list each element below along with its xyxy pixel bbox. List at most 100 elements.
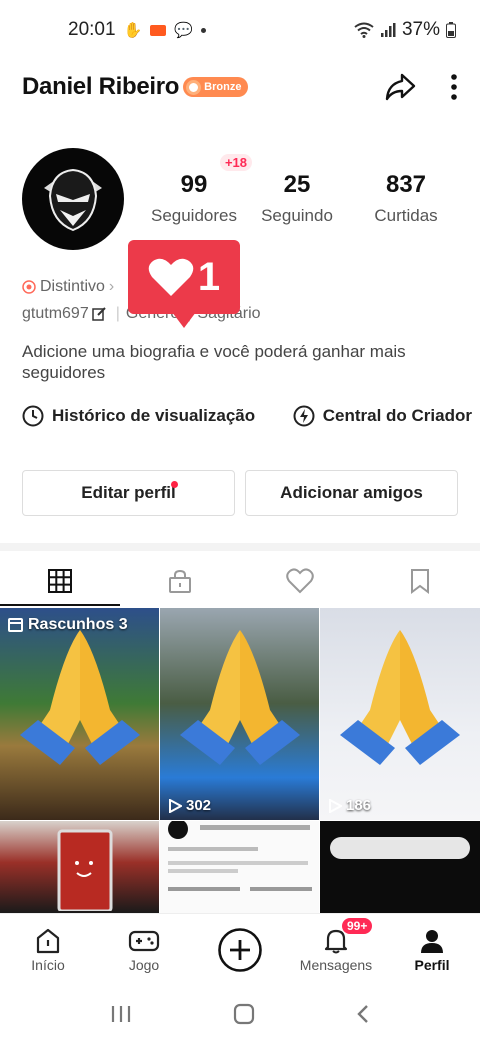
- wifi-icon: [354, 22, 374, 38]
- clock-icon: [22, 405, 44, 427]
- notification-dot-icon: [200, 27, 206, 33]
- likes-label: Curtidas: [374, 206, 438, 225]
- hand-icon: ✋: [123, 22, 143, 39]
- following-count: 25: [283, 171, 311, 198]
- profile-summary: 99 +18 Seguidores 25 Seguindo 837 Curtid…: [22, 148, 458, 252]
- signal-icon: [380, 23, 396, 37]
- chat-icon: 💬: [174, 22, 193, 39]
- distintivo-label: Distintivo: [40, 278, 105, 295]
- edit-profile-button[interactable]: Editar perfil: [22, 470, 235, 516]
- door-figure-icon: [57, 829, 113, 911]
- battery-icon: [446, 22, 456, 38]
- chevron-right-icon: ›: [108, 278, 115, 295]
- video-thumbnail[interactable]: Rascunhos 3: [0, 608, 159, 820]
- tab-private[interactable]: [120, 556, 240, 606]
- video-thumbnail[interactable]: [160, 821, 319, 913]
- view-count-value: 302: [186, 797, 212, 814]
- likes-stat[interactable]: 837 Curtidas: [356, 170, 456, 226]
- create-plus-icon: [218, 927, 262, 972]
- home-button-icon[interactable]: [233, 1003, 255, 1025]
- video-thumbnail[interactable]: [0, 821, 159, 913]
- badge-icon: [186, 79, 202, 95]
- notification-banner-preview: [330, 837, 470, 859]
- video-thumbnail[interactable]: 186: [320, 608, 480, 820]
- profile-handle: gtutm697: [22, 305, 89, 322]
- followers-label: Seguidores: [150, 206, 237, 225]
- share-icon[interactable]: [384, 72, 416, 102]
- nav-profile-label: Perfil: [414, 956, 450, 973]
- status-bar: 20:01 ✋ 💬 37%: [0, 0, 480, 60]
- play-icon: [329, 798, 342, 813]
- view-history-link[interactable]: Histórico de visualização: [22, 405, 255, 427]
- play-icon: [169, 798, 182, 813]
- profile-links: Histórico de visualização Central do Cri…: [22, 405, 472, 427]
- distintivo-icon: [22, 280, 36, 294]
- lightning-icon: [293, 405, 315, 427]
- back-icon[interactable]: [356, 1003, 370, 1025]
- creator-center-label: Central do Criador: [322, 406, 472, 425]
- tab-saved[interactable]: [360, 556, 480, 606]
- following-stat[interactable]: 25 Seguindo: [238, 170, 356, 226]
- separator: |: [115, 305, 120, 322]
- edit-profile-dot: [171, 481, 178, 488]
- nav-home[interactable]: Início: [0, 914, 96, 985]
- section-divider: [0, 543, 480, 551]
- nav-home-label: Início: [31, 956, 65, 973]
- video-record-icon: [150, 24, 167, 36]
- profile-actions: Editar perfil Adicionar amigos: [22, 470, 458, 516]
- status-time: 20:01: [68, 19, 116, 40]
- avatar[interactable]: [22, 148, 124, 250]
- level-badge[interactable]: Bronze: [183, 77, 249, 97]
- bio-text[interactable]: Adicione uma biografia e você poderá gan…: [22, 341, 452, 383]
- view-count-value: 186: [346, 797, 372, 814]
- folded-hands-sticker-icon: [340, 630, 460, 765]
- video-thumbnail[interactable]: [320, 821, 480, 913]
- content-tabs: [0, 556, 480, 606]
- edit-profile-label: Editar perfil: [81, 483, 176, 502]
- heart-outline-icon: [286, 568, 314, 594]
- heart-icon: [148, 258, 194, 296]
- battery-percent: 37%: [401, 19, 440, 40]
- person-icon: [421, 929, 443, 953]
- add-friends-label: Adicionar amigos: [280, 483, 423, 502]
- nav-messages[interactable]: 99+ Mensagens: [288, 914, 384, 985]
- nav-game[interactable]: Jogo: [96, 914, 192, 985]
- followers-stat[interactable]: 99 +18 Seguidores: [150, 154, 252, 226]
- grid-icon: [48, 569, 72, 593]
- likes-count: 837: [385, 171, 427, 198]
- ninja-avatar-icon: [44, 168, 102, 232]
- home-icon: [36, 928, 60, 953]
- messages-badge: 99+: [342, 918, 373, 934]
- tab-videos[interactable]: [0, 556, 120, 606]
- nav-profile[interactable]: Perfil: [384, 914, 480, 985]
- badge-label: Bronze: [204, 81, 242, 93]
- bookmark-icon: [411, 569, 429, 594]
- view-history-label: Histórico de visualização: [52, 406, 256, 425]
- followers-count: 99: [180, 171, 208, 198]
- nav-messages-label: Mensagens: [299, 956, 373, 973]
- profile-screenshot-preview-icon: [168, 821, 312, 891]
- bottom-navigation: Início Jogo 99+ Mensagens Perfil: [0, 913, 480, 985]
- followers-delta: +18: [219, 154, 252, 171]
- distintivo-row[interactable]: Distintivo ›: [22, 278, 114, 296]
- creator-center-link[interactable]: Central do Criador: [293, 405, 472, 427]
- new-likes-count: 1: [197, 254, 221, 299]
- video-thumbnail[interactable]: 302: [160, 608, 319, 820]
- recent-apps-icon[interactable]: [110, 1004, 132, 1024]
- profile-header: Daniel Ribeiro Bronze: [22, 64, 458, 110]
- profile-name: Daniel Ribeiro: [22, 73, 180, 100]
- view-count: 302: [168, 797, 211, 814]
- add-friends-button[interactable]: Adicionar amigos: [245, 470, 458, 516]
- tab-liked[interactable]: [240, 556, 360, 606]
- new-likes-popup: 1: [128, 240, 240, 328]
- nav-game-label: Jogo: [128, 956, 160, 973]
- folded-hands-sticker-icon: [20, 630, 140, 765]
- more-options-icon[interactable]: [450, 73, 458, 101]
- lock-icon: [169, 569, 191, 593]
- system-navigation: [0, 985, 480, 1042]
- folded-hands-sticker-icon: [180, 630, 300, 765]
- view-count: 186: [328, 797, 371, 814]
- nav-create[interactable]: [192, 914, 288, 985]
- edit-icon[interactable]: [91, 307, 106, 321]
- following-label: Seguindo: [261, 206, 333, 225]
